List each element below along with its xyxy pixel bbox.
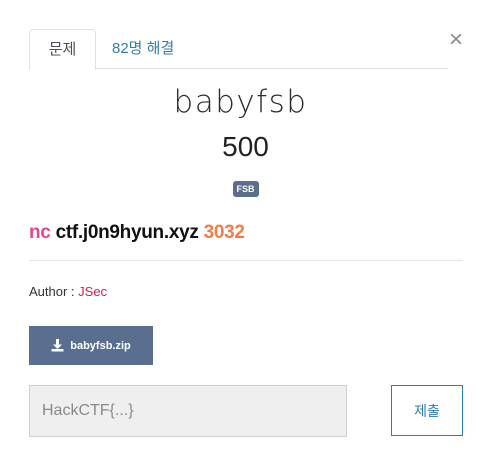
connection-port: 3032	[203, 222, 245, 243]
connection-command: nc	[29, 222, 51, 243]
close-icon[interactable]: ×	[446, 28, 466, 52]
tab-bar: 문제 82명 해결	[29, 29, 448, 70]
connection-info: nc ctf.j0n9hyun.xyz 3032	[29, 222, 245, 244]
flag-input[interactable]	[29, 385, 347, 437]
tab-challenge[interactable]: 문제	[29, 29, 96, 70]
file-download-button[interactable]: babyfsb.zip	[29, 326, 153, 365]
tag-container: FSB	[0, 179, 481, 197]
author-label: Author :	[29, 284, 75, 299]
connection-host: ctf.j0n9hyun.xyz	[55, 222, 199, 243]
download-icon	[51, 339, 64, 352]
challenge-points: 500	[222, 131, 269, 162]
file-name: babyfsb.zip	[70, 339, 131, 352]
challenge-name: babyfsb	[173, 84, 308, 120]
challenge-tag: FSB	[232, 181, 259, 197]
submit-button[interactable]: 제출	[391, 385, 463, 436]
challenge-modal: × 문제 82명 해결 babyfsb 500 FSB nc ctf.j0n9h…	[0, 0, 481, 475]
divider	[29, 260, 463, 261]
author-line: Author : JSec	[29, 284, 107, 299]
tab-solves[interactable]: 82명 해결	[112, 29, 174, 69]
author-name[interactable]: JSec	[78, 284, 107, 299]
